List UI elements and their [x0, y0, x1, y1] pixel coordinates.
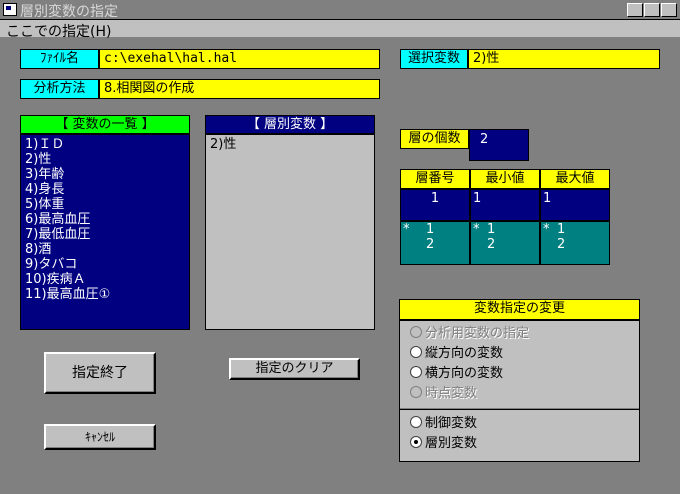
file-label: ﾌｧｲﾙ名	[20, 49, 99, 69]
list-item: 1	[557, 222, 566, 237]
radio-icon[interactable]	[410, 366, 422, 378]
list-item[interactable]: 7)最低血圧	[25, 227, 185, 242]
selected-var-label: 選択変数	[400, 49, 468, 69]
maximize-button[interactable]: □	[644, 3, 660, 17]
minimize-button[interactable]: _	[627, 3, 643, 17]
analysis-method-field: 8.相関図の作成	[99, 79, 380, 99]
list-item: 1	[426, 222, 435, 237]
list-item: 1	[487, 222, 496, 237]
min-value-list[interactable]: * 1 2	[470, 221, 540, 265]
radio-option[interactable]: 制御変数	[410, 415, 477, 433]
radio-option[interactable]: 横方向の変数	[410, 365, 503, 383]
min-value-cell[interactable]: 1	[470, 189, 540, 221]
radio-option: 時点変数	[410, 385, 477, 403]
radio-icon	[410, 326, 422, 338]
clear-button[interactable]: 指定のクリア	[229, 358, 360, 380]
list-item[interactable]: 3)年齢	[25, 167, 185, 182]
max-value-list[interactable]: * 1 2	[540, 221, 610, 265]
radio-icon[interactable]	[410, 346, 422, 358]
cancel-button[interactable]: ｷｬﾝｾﾙ	[44, 424, 156, 450]
strat-list-header: 【 層別変数 】	[205, 115, 375, 134]
row-marker: *	[403, 222, 410, 237]
title-bar: 層別変数の指定 _ □ ×	[0, 0, 680, 20]
finish-button[interactable]: 指定終了	[44, 352, 156, 394]
list-item[interactable]: 4)身長	[25, 182, 185, 197]
radio-label: 制御変数	[425, 416, 478, 431]
app-icon[interactable]	[3, 3, 17, 16]
analysis-label: 分析方法	[20, 79, 99, 99]
list-item: 2	[557, 237, 566, 252]
radio-icon[interactable]	[410, 416, 422, 428]
change-group: 分析用変数の指定 縦方向の変数 横方向の変数 時点変数 制御変数層別変数	[399, 320, 640, 462]
radio-label: 時点変数	[425, 386, 478, 401]
list-item[interactable]: 11)最高血圧①	[25, 287, 185, 302]
var-list-header: 【 変数の一覧 】	[20, 115, 190, 134]
radio-option[interactable]: 層別変数	[410, 435, 477, 453]
max-value-header: 最大値	[540, 169, 610, 189]
strat-list[interactable]: 2)性	[205, 134, 375, 330]
list-item: 2	[426, 237, 435, 252]
layer-number-list[interactable]: * 1 2	[400, 221, 470, 265]
menu-bar: ここでの指定(H)	[0, 20, 680, 41]
list-item[interactable]: 1)ＩＤ	[25, 137, 185, 152]
file-name-field: c:\exehal\hal.hal	[99, 49, 380, 69]
list-item[interactable]: 6)最高血圧	[25, 212, 185, 227]
list-item[interactable]: 5)体重	[25, 197, 185, 212]
group-divider	[400, 408, 639, 410]
max-value-cell[interactable]: 1	[540, 189, 610, 221]
layer-count-value[interactable]: 2	[469, 129, 529, 161]
selected-var-field: 2)性	[468, 49, 660, 69]
radio-label: 横方向の変数	[425, 366, 504, 381]
var-list[interactable]: 1)ＩＤ 2)性 3)年齢 4)身長 5)体重 6)最高血圧 7)最低血圧 8)酒 9)タバコ 1…	[20, 134, 190, 330]
layer-number-cell[interactable]: 1	[400, 189, 470, 221]
row-marker: *	[473, 222, 480, 237]
layer-count-label: 層の個数	[400, 129, 469, 149]
close-button[interactable]: ×	[661, 3, 677, 17]
radio-label: 分析用変数の指定	[425, 326, 530, 341]
change-group-title: 変数指定の変更	[399, 299, 640, 320]
min-value-header: 最小値	[470, 169, 540, 189]
list-item[interactable]: 8)酒	[25, 242, 185, 257]
window-title: 層別変数の指定	[20, 4, 118, 20]
radio-label: 層別変数	[425, 436, 478, 451]
list-item[interactable]: 2)性	[210, 137, 370, 152]
layer-number-header: 層番号	[400, 169, 470, 189]
radio-option[interactable]: 縦方向の変数	[410, 345, 503, 363]
list-item[interactable]: 10)疾病Ａ	[25, 272, 185, 287]
list-item[interactable]: 2)性	[25, 152, 185, 167]
menu-item-here[interactable]: ここでの指定(H)	[6, 21, 111, 41]
list-item[interactable]: 9)タバコ	[25, 257, 185, 272]
radio-option: 分析用変数の指定	[410, 325, 529, 343]
radio-selected-icon[interactable]	[410, 436, 422, 448]
radio-label: 縦方向の変数	[425, 346, 504, 361]
row-marker: *	[543, 222, 550, 237]
radio-icon	[410, 386, 422, 398]
list-item: 2	[487, 237, 496, 252]
